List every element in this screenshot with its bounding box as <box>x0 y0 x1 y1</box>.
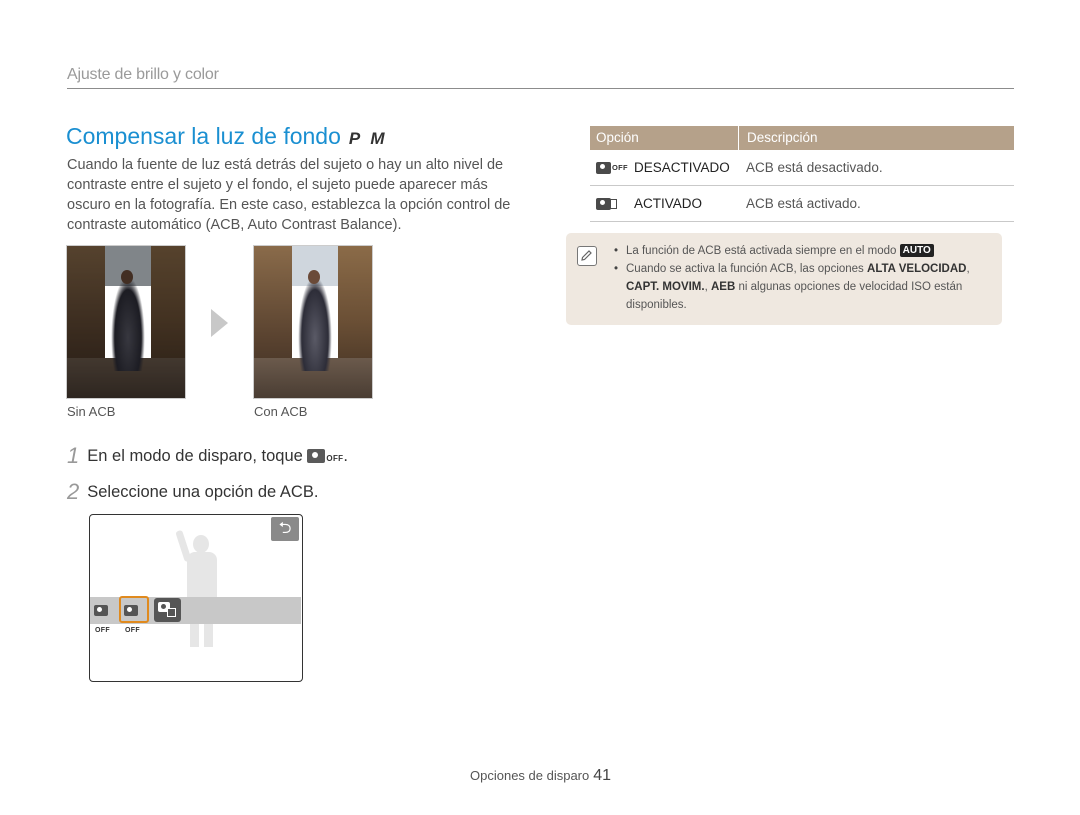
selection-highlight <box>119 596 149 623</box>
caption-with-acb: Con ACB <box>254 404 308 419</box>
step-text: Seleccione una opción de ACB. <box>87 483 319 501</box>
note-item: Cuando se activa la función ACB, las opc… <box>614 260 994 314</box>
step-2: 2 Seleccione una opción de ACB. <box>67 479 318 505</box>
caption-without-acb: Sin ACB <box>67 404 116 419</box>
table-row: OFF DESACTIVADO ACB está desactivado. <box>590 150 1014 186</box>
footer-label: Opciones de disparo <box>470 768 590 783</box>
option-label: ACTIVADO <box>634 196 703 211</box>
photo-with-acb <box>253 245 373 399</box>
page-footer: Opciones de disparo 41 <box>470 767 611 785</box>
options-table: Opción Descripción OFF DESACTIVADO ACB e… <box>590 126 1014 222</box>
table-row: ACTIVADO ACB está activado. <box>590 186 1014 222</box>
photo-without-acb <box>66 245 186 399</box>
step-number: 1 <box>67 443 80 468</box>
acb-off-option-icon[interactable]: OFF <box>94 601 118 634</box>
page-title: Compensar la luz de fondo P M <box>66 123 387 150</box>
note-pencil-icon <box>577 246 597 266</box>
acb-on-option-icon[interactable] <box>154 598 181 622</box>
step-1: 1 En el modo de disparo, toque OFF. <box>67 443 348 469</box>
back-button[interactable]: ⮌ <box>271 517 299 541</box>
mode-icons: P M <box>348 129 388 148</box>
option-description: ACB está desactivado. <box>746 160 883 175</box>
step-suffix: . <box>343 447 348 465</box>
arrow-right-icon <box>211 309 228 337</box>
note-list: La función de ACB está activada siempre … <box>614 242 994 314</box>
acb-on-icon <box>590 197 634 210</box>
step-text: En el modo de disparo, toque <box>87 447 303 465</box>
header-description: Descripción <box>747 130 818 145</box>
auto-mode-icon: AUTO <box>899 244 934 257</box>
page-number: 41 <box>593 767 612 784</box>
acb-off-icon: OFF <box>590 161 634 174</box>
option-description: ACB está activado. <box>746 196 861 211</box>
option-label: DESACTIVADO <box>634 160 730 175</box>
header-divider <box>67 88 1014 89</box>
intro-paragraph: Cuando la fuente de luz está detrás del … <box>67 157 511 233</box>
page-title-text: Compensar la luz de fondo <box>66 123 341 149</box>
header-option: Opción <box>590 126 739 150</box>
section-header: Ajuste de brillo y color <box>67 66 219 83</box>
person-silhouette <box>175 522 222 652</box>
table-header: Opción Descripción <box>590 126 1014 150</box>
note-item: La función de ACB está activada siempre … <box>614 242 994 260</box>
acb-off-icon: OFF <box>307 447 343 465</box>
step-number: 2 <box>67 479 80 504</box>
